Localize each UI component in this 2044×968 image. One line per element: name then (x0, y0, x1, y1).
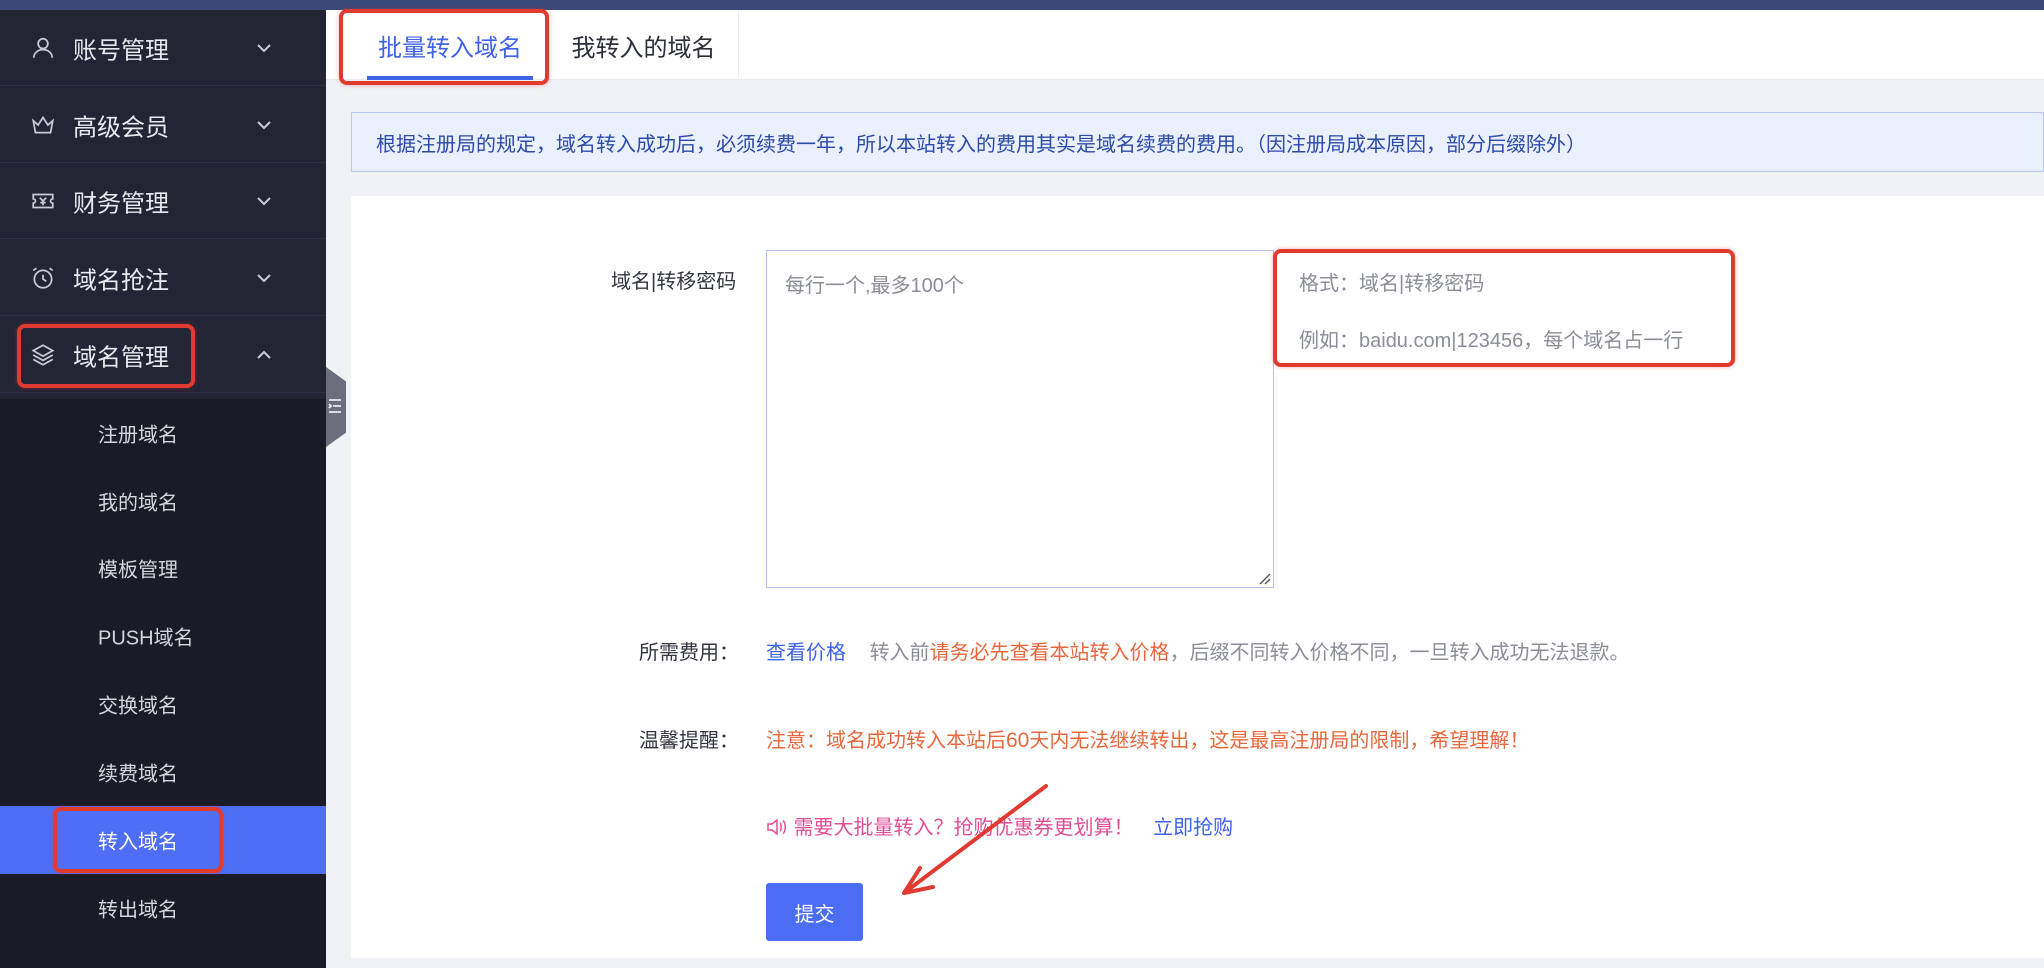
alarm-clock-icon (30, 265, 56, 291)
speaker-icon (767, 818, 786, 836)
reminder-text-part: 天内无法继续转出，这是最高注册局的限制，希望理解！ (1029, 730, 1530, 752)
tab-label: 我转入的域名 (571, 34, 716, 62)
domain-list-textarea-wrapper (766, 250, 1274, 588)
sidebar-group-label: 域名抢注 (73, 267, 169, 294)
sidebar-group-label: 账号管理 (73, 37, 169, 64)
chevron-down-icon (254, 191, 274, 211)
ticket-icon (30, 188, 56, 214)
sidebar-item-label: PUSH域名 (98, 627, 194, 650)
chevron-up-icon (254, 345, 274, 365)
transfer-policy-notice: 根据注册局的规定，域名转入成功后，必须续费一年，所以本站转入的费用其实是域名续费… (351, 112, 2044, 172)
buy-now-link[interactable]: 立即抢购 (1153, 817, 1233, 839)
fee-text-highlight: 请务必先查看本站转入价格 (929, 642, 1170, 664)
sidebar-item-label: 注册域名 (98, 424, 178, 447)
sidebar-item-exchange-domain[interactable]: 交换域名 (0, 670, 326, 738)
promo-row: 需要大批量转入？抢购优惠券更划算！ 立即抢购 (766, 811, 1233, 840)
sidebar-group-domain-snapping[interactable]: 域名抢注 (0, 240, 326, 316)
resize-grip-icon[interactable] (1257, 571, 1271, 585)
sidebar-item-my-domains[interactable]: 我的域名 (0, 467, 326, 535)
sidebar-collapse-handle[interactable] (326, 367, 346, 447)
sidebar-item-register-domain[interactable]: 注册域名 (0, 399, 326, 467)
tab-label: 批量转入域名 (378, 34, 522, 62)
domain-management-submenu: 注册域名 我的域名 模板管理 PUSH域名 交换域名 续费域名 转入域名 转出域… (0, 399, 326, 968)
sidebar-item-transfer-out-domain[interactable]: 转出域名 (0, 874, 326, 942)
promo-text: 需要大批量转入？抢购优惠券更划算！ (793, 817, 1134, 839)
sidebar-item-label: 交换域名 (98, 695, 178, 718)
sidebar-group-label: 财务管理 (73, 190, 169, 217)
tabs-bar: 批量转入域名 我转入的域名 (326, 10, 2044, 80)
domain-list-textarea[interactable] (767, 251, 1273, 587)
chevron-down-icon (254, 268, 274, 288)
sidebar-item-label: 模板管理 (98, 559, 178, 582)
submit-button[interactable]: 提交 (766, 883, 863, 941)
fee-label: 所需费用： (639, 642, 739, 664)
fee-text-before: 转入前 (869, 642, 930, 664)
sidebar-item-label: 我的域名 (98, 492, 178, 515)
fee-text-after: ，后缀不同转入价格不同，一旦转入成功无法退款。 (1169, 642, 1630, 664)
tab-batch-transfer-in[interactable]: 批量转入域名 (351, 10, 549, 80)
sidebar: 账号管理 高级会员 财务管理 域名抢注 域名管理 注册域名 我的域名 模板管理 … (0, 10, 326, 968)
tab-my-transferred-domains[interactable]: 我转入的域名 (549, 10, 739, 80)
layers-icon (30, 342, 56, 368)
sidebar-group-domain-management[interactable]: 域名管理 (0, 317, 326, 393)
reminder-days: 60 (1006, 729, 1030, 752)
example-hint: 例如：baidu.com|123456，每个域名占一行 (1299, 330, 1684, 352)
menu-fold-icon (328, 399, 341, 413)
domain-password-label: 域名|转移密码 (611, 271, 737, 293)
sidebar-group-label: 高级会员 (73, 114, 169, 141)
sidebar-group-finance[interactable]: 财务管理 (0, 163, 326, 239)
view-price-link[interactable]: 查看价格 (766, 642, 846, 664)
chevron-down-icon (254, 38, 274, 58)
format-hint: 格式：域名|转移密码 (1299, 273, 1485, 295)
reminder-text-part: 注意：域名成功转入本站后 (766, 730, 1006, 752)
sidebar-item-renew-domain[interactable]: 续费域名 (0, 738, 326, 806)
top-accent-bar (0, 0, 2044, 10)
sidebar-item-transfer-in-domain[interactable]: 转入域名 (0, 806, 326, 874)
user-icon (30, 35, 56, 61)
sidebar-group-account[interactable]: 账号管理 (0, 10, 326, 86)
sidebar-item-template-management[interactable]: 模板管理 (0, 534, 326, 602)
sidebar-item-label: 转入域名 (98, 831, 178, 854)
chevron-down-icon (254, 115, 274, 135)
sidebar-item-push-domain[interactable]: PUSH域名 (0, 602, 326, 670)
fee-row: 查看价格 转入前请务必先查看本站转入价格，后缀不同转入价格不同，一旦转入成功无法… (766, 636, 1630, 665)
sidebar-group-label: 域名管理 (73, 344, 169, 371)
sidebar-item-label: 续费域名 (98, 763, 178, 786)
sidebar-group-premium[interactable]: 高级会员 (0, 87, 326, 163)
reminder-text: 注意：域名成功转入本站后60天内无法继续转出，这是最高注册局的限制，希望理解！ (766, 724, 1529, 753)
sidebar-item-label: 转出域名 (98, 899, 178, 922)
crown-icon (30, 112, 56, 138)
reminder-label: 温馨提醒： (639, 730, 739, 752)
